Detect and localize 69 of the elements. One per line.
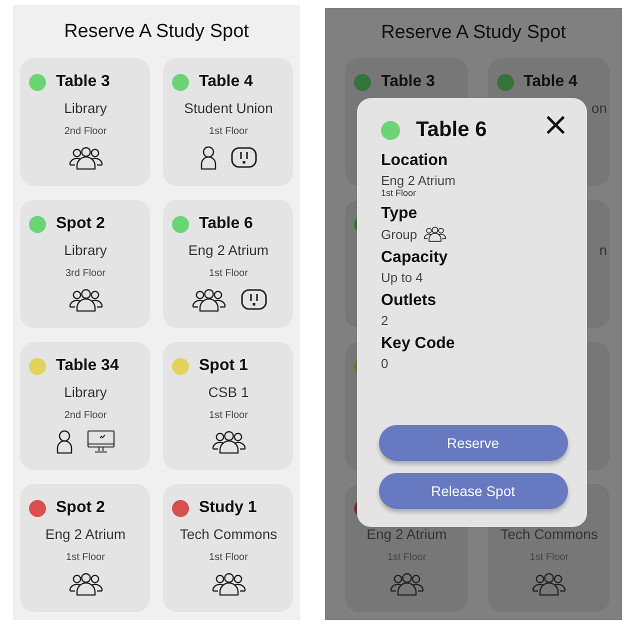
spot-title: Table 6 [199,215,253,233]
spot-card[interactable]: Table 3 Library 2nd Floor [20,58,150,186]
spot-card[interactable]: Spot 2 Library 3rd Floor [20,200,150,328]
spot-location: CSB 1 [208,384,249,400]
spot-location: Library [64,100,107,116]
spot-location: Tech Commons [180,526,278,542]
field-label: Type [381,205,418,223]
spot-title: Spot 1 [199,357,248,375]
field-label: Capacity [381,249,449,267]
spot-card[interactable]: Spot 1 CSB 1 1st Floor [163,342,293,470]
spot-title: Table 3 [56,73,110,91]
group-icon [388,572,425,596]
spot-location: Tech Commons [500,526,598,542]
spot-card[interactable]: Study 1 Tech Commons 1st Floor [163,484,293,612]
spot-location: Eng 2 Atrium [45,526,126,542]
spot-floor: 1st Floor [209,268,248,278]
person-icon [200,146,217,170]
group-icon [210,572,246,596]
field-subtext: 1st Floor [381,188,418,198]
group-icon [68,288,104,312]
spot-floor: 1st Floor [209,126,248,136]
action-button[interactable]: Reserve [378,425,568,461]
field-label: Key Code [381,335,456,353]
spot-location: Eng 2 Atrium [188,242,269,258]
group-icon [190,288,226,312]
person-icon [56,430,73,454]
spot-floor: 1st Floor [209,552,248,562]
outlet-icon [240,289,266,310]
field-value: 0 [381,356,388,371]
spot-title: Spot 2 [56,499,105,517]
field-label: Outlets [381,292,438,310]
spot-location: Library [64,242,107,258]
action-button[interactable]: Release Spot [378,473,568,509]
spot-title: Spot 2 [56,215,105,233]
spot-title: Table 3 [381,73,435,91]
spot-floor: 2nd Floor [64,410,107,420]
spot-location: on [591,100,607,116]
group-icon [423,226,448,242]
computer-icon [87,430,115,454]
spot-title: Table 4 [524,73,578,91]
spot-title: Table 4 [199,73,253,91]
spot-card[interactable]: Spot 2 Eng 2 Atrium 1st Floor [20,484,150,612]
outlet-icon [231,147,257,168]
spot-card[interactable]: Table 4 Student Union 1st Floor [163,58,293,186]
group-icon [210,430,246,454]
spot-floor: 3rd Floor [65,268,106,278]
field-label: Location [381,152,449,170]
spot-floor: 1st Floor [209,410,248,420]
spot-card[interactable]: Table 6 Eng 2 Atrium 1st Floor [163,200,293,328]
dialog-title: Table 6 [416,118,487,142]
group-icon [68,146,104,170]
spot-location: Eng 2 Atrium [366,526,447,542]
spot-card[interactable]: Table 34 Library 2nd Floor [20,342,150,470]
spot-floor: 1st Floor [66,552,105,562]
screen-title: Reserve A Study Spot [380,21,567,45]
screen-title: Reserve A Study Spot [63,20,250,44]
spot-location: Library [64,384,107,400]
field-value: Eng 2 Atrium [381,173,456,188]
group-icon [68,572,104,596]
spot-location: n [599,242,607,258]
spot-title: Study 1 [199,499,257,517]
spot-title: Table 34 [56,357,119,375]
field-value: Up to 4 [381,270,423,285]
close-button[interactable]: × [538,108,573,140]
field-value: Group [381,226,418,242]
spot-floor: 2nd Floor [64,126,107,136]
spot-location: Student Union [184,100,273,116]
field-value: 2 [381,313,388,328]
group-icon [531,572,568,596]
